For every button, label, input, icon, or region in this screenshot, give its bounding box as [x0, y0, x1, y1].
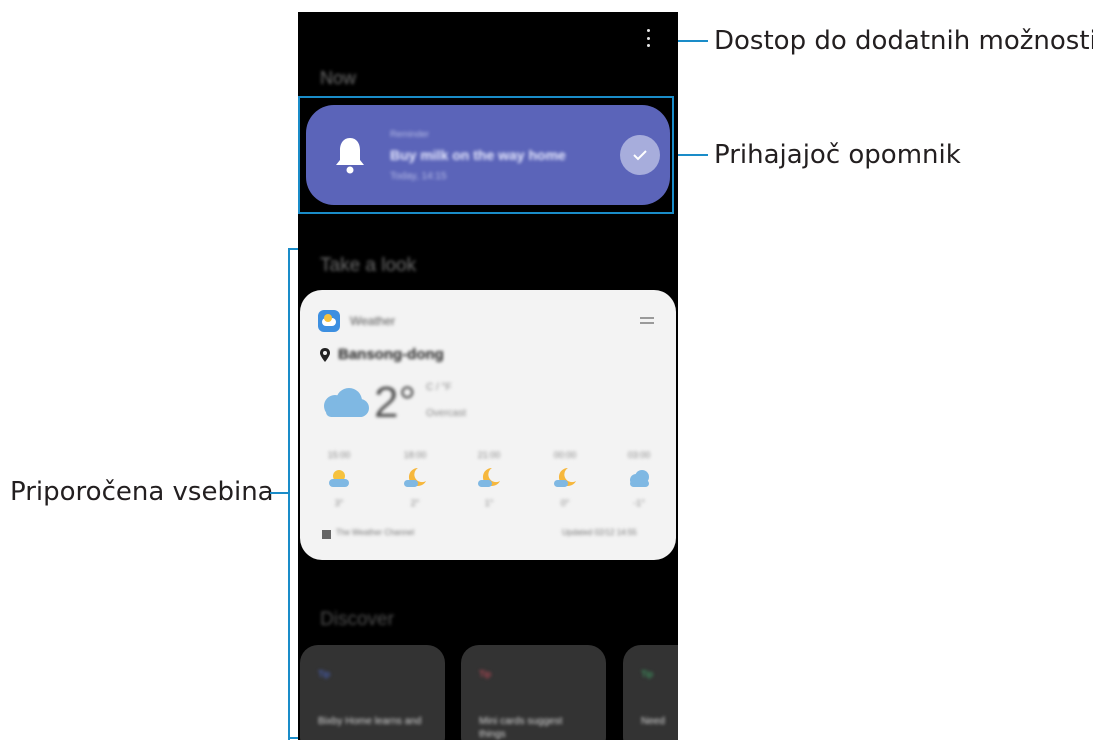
- discover-card-text: Bixby Home learns and: [318, 716, 422, 727]
- discover-card[interactable]: Tip Bixby Home learns and: [300, 645, 445, 740]
- cloud-icon: [614, 466, 664, 492]
- moon-cloud-icon: [464, 466, 514, 492]
- sun-cloud-icon: [314, 466, 364, 492]
- cloud-icon: [320, 388, 370, 423]
- leader-line-recommended: [270, 492, 288, 494]
- hourly-forecast-item: 03:00 -1°: [614, 450, 664, 508]
- weather-condition: Overcast: [426, 408, 467, 419]
- check-icon: [633, 150, 647, 161]
- reminder-title: Buy milk on the way home: [390, 147, 566, 163]
- bracket-vertical: [288, 248, 290, 740]
- section-title-discover: Discover: [320, 609, 394, 630]
- hour-temp: 1°: [484, 498, 494, 508]
- current-temperature: 2°: [374, 378, 417, 427]
- hour-time: 03:00: [627, 450, 651, 460]
- hour-time: 15:00: [327, 450, 351, 460]
- hour-time: 21:00: [477, 450, 501, 460]
- weather-card[interactable]: Weather Bansong-dong 2° C / °F Overcast …: [300, 290, 676, 560]
- discover-card-text: Mini cards suggest things: [479, 716, 563, 740]
- weather-app-name: Weather: [350, 314, 396, 328]
- weather-source: The Weather Channel: [336, 528, 415, 537]
- tip-label: Tip: [479, 669, 492, 679]
- section-title-now: Now: [320, 68, 357, 88]
- annotation-recommended-content: Priporočena vsebina: [10, 477, 274, 507]
- bell-icon: [332, 135, 368, 180]
- hourly-forecast-item: 21:00 1°: [464, 450, 514, 508]
- location-pin-icon: [320, 348, 330, 367]
- leader-line-reminder: [676, 154, 708, 156]
- temperature-unit: C / °F: [426, 382, 452, 393]
- moon-cloud-icon: [390, 466, 440, 492]
- discover-card-text: Need: [641, 716, 665, 727]
- card-menu-icon[interactable]: [640, 317, 654, 324]
- hourly-forecast-item: 00:00 0°: [540, 450, 590, 508]
- section-title-take-a-look: Take a look: [320, 255, 417, 276]
- tip-label: Tip: [318, 669, 331, 679]
- hour-temp: 0°: [560, 498, 570, 508]
- hourly-forecast-item: 18:00 2°: [390, 450, 440, 508]
- complete-reminder-button[interactable]: [620, 135, 660, 175]
- reminder-card[interactable]: Reminder Buy milk on the way home Today,…: [306, 105, 670, 205]
- weather-updated: Updated 02/12 14:55: [562, 528, 637, 537]
- moon-cloud-icon: [540, 466, 590, 492]
- hourly-forecast-item: 15:00 3°: [314, 450, 364, 508]
- reminder-label: Reminder: [390, 129, 430, 139]
- annotation-upcoming-reminder: Prihajajoč opomnik: [714, 140, 961, 170]
- discover-card[interactable]: Tip Need: [623, 645, 678, 740]
- tip-label: Tip: [641, 669, 654, 679]
- hour-temp: 2°: [410, 498, 420, 508]
- hour-time: 18:00: [403, 450, 427, 460]
- annotation-more-options: Dostop do dodatnih možnosti.: [714, 26, 1093, 56]
- more-options-icon[interactable]: [645, 29, 651, 47]
- hour-time: 00:00: [553, 450, 577, 460]
- weather-provider-logo: [322, 530, 331, 539]
- weather-app-icon: [318, 310, 340, 332]
- reminder-time: Today, 14:15: [390, 171, 447, 182]
- hour-temp: -1°: [633, 498, 645, 508]
- discover-card[interactable]: Tip Mini cards suggest things: [461, 645, 606, 740]
- hour-temp: 3°: [334, 498, 344, 508]
- phone-screen: Now Reminder Buy milk on the way home To…: [298, 12, 678, 740]
- weather-location: Bansong-dong: [338, 346, 444, 363]
